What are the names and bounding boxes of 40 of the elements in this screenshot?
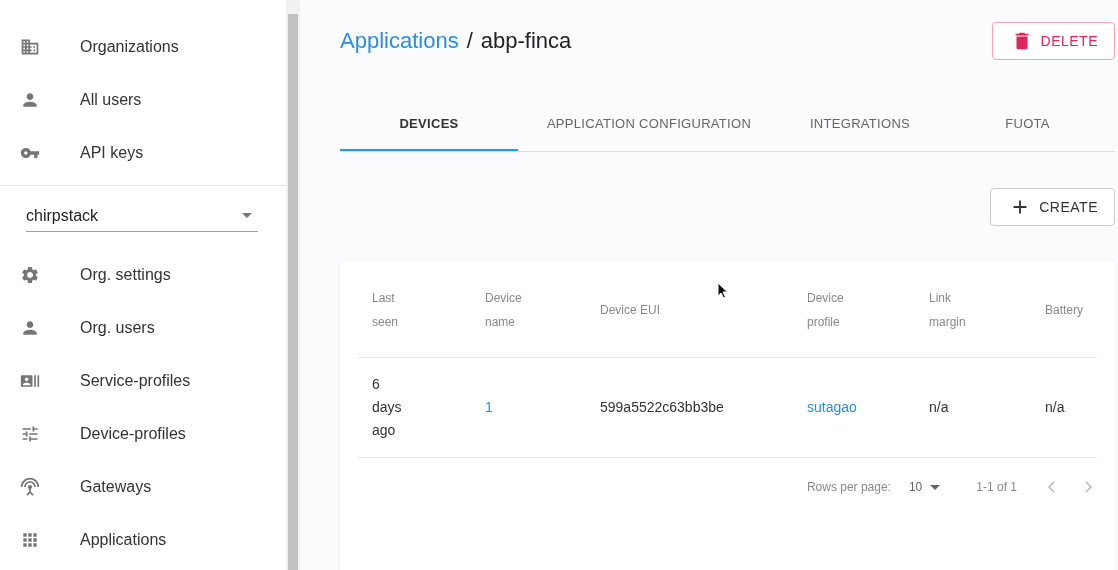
table-cell-text: 599a5522c63bb3be [599,398,724,417]
table-cell-text: n/a [928,398,949,417]
delete-button[interactable]: DELETE [991,22,1115,60]
organization-select[interactable]: chirpstack [26,200,258,232]
sidebar-item[interactable]: Gateways [0,460,286,513]
column-header: Link margin [928,289,967,331]
column-header: Device EUI [599,301,661,319]
chevron-right-icon [1085,481,1093,493]
dropdown-caret-icon [930,484,941,490]
sidebar-item[interactable]: Applications [0,513,286,566]
scrollbar-thumb[interactable] [288,14,298,570]
mouse-cursor-icon [717,282,729,299]
tab[interactable]: FUOTA [940,98,1115,151]
column-header: Battery [1044,301,1083,319]
breadcrumb-separator: / [466,28,473,54]
gear-icon [20,264,40,285]
dropdown-caret-icon [242,213,252,218]
column-header: Device profile [806,289,845,331]
rows-per-page-label: Rows per page: [806,480,891,494]
create-button[interactable]: CREATE [990,188,1115,226]
tab[interactable]: APPLICATION CONFIGURATION [518,98,780,151]
sidebar-item[interactable]: Org. settings [0,248,286,301]
table-link[interactable]: sutagao [793,396,857,419]
page-title: abp-finca [480,28,572,54]
sidebar-item[interactable]: Org. users [0,301,286,354]
tab[interactable]: INTEGRATIONS [780,98,940,151]
sidebar-item[interactable]: All users [0,73,286,126]
table-cell-text: 6 days ago [371,375,402,440]
rows-per-page-select[interactable]: 10 [908,480,941,494]
column-header: Device name [484,289,523,331]
column-header: Last seen [371,289,400,331]
antenna-icon [20,476,40,497]
sidebar-item[interactable]: Organizations [0,20,286,73]
tab[interactable]: DEVICES [340,98,518,151]
sidebar-item[interactable]: API keys [0,126,286,179]
sidebar-item[interactable]: Service-profiles [0,354,286,407]
table-cell-text: n/a [1044,398,1065,417]
chevron-left-icon [1047,481,1055,493]
page-range: 1-1 of 1 [976,480,1017,494]
sidebar-item[interactable]: Device-profiles [0,407,286,460]
